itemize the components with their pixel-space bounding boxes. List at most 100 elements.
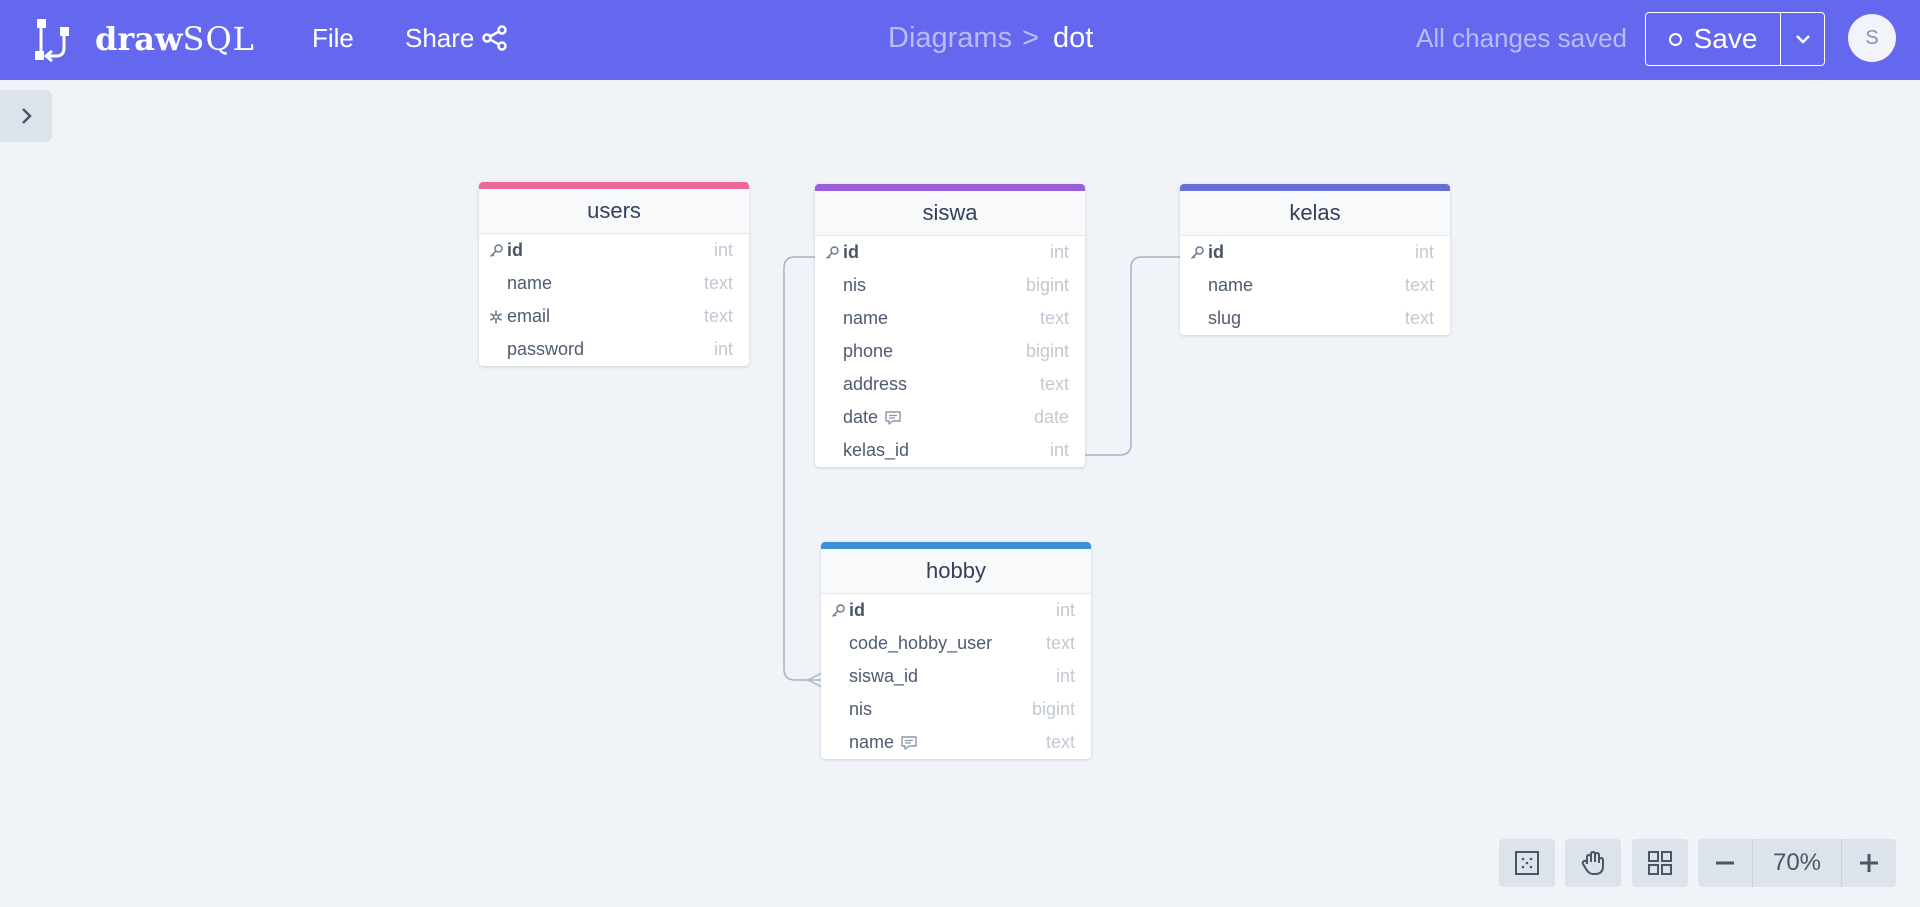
table-header[interactable]: hobby [821,542,1091,594]
zoom-level: 70% [1752,839,1842,887]
field-type: int [713,240,733,260]
grid-layout-icon [1648,851,1672,875]
field-type: text [1404,275,1434,295]
field-type: text [703,306,733,326]
field-name-text: name [1208,275,1254,295]
field-type: bigint [1031,699,1075,719]
table-hobby[interactable]: hobby id int code_hobby_user text siswa_id in… [821,542,1091,759]
auto-arrange-button[interactable] [1632,839,1688,887]
field-row-slug[interactable]: slug text [1180,302,1450,335]
sidebar-toggle-button[interactable] [0,90,52,142]
save-button[interactable]: Save [1646,13,1781,65]
field-type: int [713,339,733,359]
comment-icon[interactable] [900,735,918,751]
field-name: id [849,600,865,621]
table-siswa[interactable]: siswa id int nis bigint name text phone bigint a… [815,184,1085,467]
grid-snap-icon [1515,851,1539,875]
user-avatar[interactable]: S [1848,14,1896,62]
field-row-id[interactable]: id int [821,594,1091,627]
field-row-phone[interactable]: phone bigint [815,335,1085,368]
drawsql-logo-text[interactable]: drawSQL [95,20,255,58]
field-row-id[interactable]: id int [815,236,1085,269]
table-users[interactable]: users id int name text email text password int [479,182,749,366]
field-row-email[interactable]: email text [479,300,749,333]
field-name: nis [849,699,872,720]
field-type: bigint [1025,341,1069,361]
field-name-text: nis [843,275,867,295]
pan-tool-button[interactable] [1565,839,1621,887]
share-icon [482,25,508,51]
field-row-code_hobby_user[interactable]: code_hobby_user text [821,627,1091,660]
key-icon [831,604,845,618]
minus-icon [1716,861,1734,865]
field-name-text: id [1208,242,1224,262]
field-type: text [1045,732,1075,752]
field-name: date [843,407,902,428]
field-row-name[interactable]: name text [821,726,1091,759]
breadcrumb-diagrams[interactable]: Diagrams [888,20,1012,56]
field-type: int [1055,600,1075,620]
field-row-id[interactable]: id int [1180,236,1450,269]
field-name-text: kelas_id [843,440,910,460]
field-type: int [1414,242,1434,262]
field-name: name [843,308,888,329]
field-row-name[interactable]: name text [815,302,1085,335]
field-row-nis[interactable]: nis bigint [815,269,1085,302]
field-name: name [1208,275,1253,296]
key-icon [1190,246,1204,260]
zoom-in-button[interactable] [1842,839,1896,887]
field-name: phone [843,341,893,362]
field-name-text: phone [843,341,894,361]
field-row-nis[interactable]: nis bigint [821,693,1091,726]
field-name-text: date [843,407,879,427]
diagram-title[interactable]: dot [1053,20,1093,56]
grid-snap-button[interactable] [1499,839,1555,887]
field-row-date[interactable]: date date [815,401,1085,434]
hand-icon [1581,851,1604,875]
table-header[interactable]: siswa [815,184,1085,236]
field-name-text: name [843,308,889,328]
field-row-name[interactable]: name text [479,267,749,300]
save-options-dropdown[interactable] [1781,13,1824,65]
unique-index-icon [490,310,502,324]
field-name-text: id [849,600,865,620]
table-header[interactable]: kelas [1180,184,1450,236]
field-type: text [703,273,733,293]
field-type: int [1049,242,1069,262]
field-name: code_hobby_user [849,633,992,654]
comment-icon[interactable] [884,410,902,426]
field-row-siswa_id[interactable]: siswa_id int [821,660,1091,693]
field-name: id [843,242,859,263]
crowfoot-many-icon [807,672,823,688]
field-type: text [1404,308,1434,328]
field-name: address [843,374,907,395]
zoom-out-button[interactable] [1698,839,1752,887]
field-name-text: email [507,306,551,326]
field-row-password[interactable]: password int [479,333,749,366]
field-name: nis [843,275,866,296]
field-row-address[interactable]: address text [815,368,1085,401]
field-name: id [507,240,523,261]
zoom-controls: 70% [1698,839,1896,887]
field-row-id[interactable]: id int [479,234,749,267]
drawsql-logo-icon[interactable] [30,18,76,62]
save-label: Save [1693,23,1758,54]
key-icon [489,244,503,258]
field-name-text: slug [1208,308,1242,328]
save-button-group: Save [1645,12,1825,66]
field-name-text: nis [849,699,873,719]
file-menu[interactable]: File [312,22,354,54]
field-type: text [1039,374,1069,394]
field-row-name[interactable]: name text [1180,269,1450,302]
field-name: kelas_id [843,440,909,461]
share-menu[interactable]: Share [405,22,508,54]
table-header[interactable]: users [479,182,749,234]
relation-kelas-siswa [1083,256,1180,456]
table-kelas[interactable]: kelas id int name text slug text [1180,184,1450,335]
field-name: siswa_id [849,666,918,687]
top-navigation-bar: drawSQL File Share Diagrams > dot All ch… [0,0,1920,80]
field-name: name [849,732,918,753]
field-type: int [1055,666,1075,686]
field-row-kelas_id[interactable]: kelas_id int [815,434,1085,467]
key-icon [825,246,839,260]
